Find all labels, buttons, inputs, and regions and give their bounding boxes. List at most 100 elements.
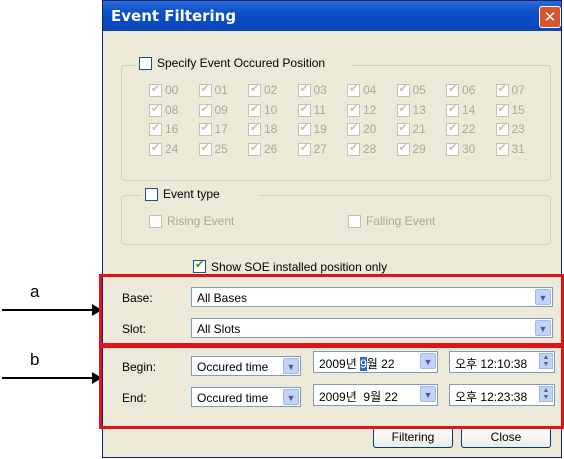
position-checkbox-30[interactable]: ✔ 30	[446, 140, 486, 156]
position-checkbox-box[interactable]: ✔	[446, 121, 459, 136]
position-checkbox-03[interactable]: ✔ 03	[297, 82, 338, 97]
position-checkbox-14[interactable]: ✔ 14	[446, 102, 486, 117]
position-label: 30	[462, 141, 476, 156]
position-label: 21	[412, 122, 426, 136]
position-checkbox-box[interactable]: ✔	[446, 82, 459, 97]
position-checkbox-06[interactable]: ✔ 06	[446, 82, 486, 97]
position-checkbox-box[interactable]: ✔	[248, 101, 261, 117]
position-label: 02	[264, 83, 278, 97]
position-label: 15	[511, 102, 525, 117]
specify-position-checkbox[interactable]	[139, 57, 152, 70]
position-checkbox-box[interactable]: ✔	[396, 82, 410, 97]
position-label: 31	[511, 141, 525, 156]
position-checkbox-box[interactable]: ✔	[396, 121, 410, 136]
check-icon: ✔	[349, 140, 359, 154]
position-checkbox-18[interactable]: ✔ 18	[248, 121, 288, 136]
position-checkbox-box[interactable]: ✔	[347, 140, 360, 156]
position-checkbox-15[interactable]: ✔ 15	[495, 101, 536, 117]
position-label: 26	[264, 141, 278, 156]
position-checkbox-box[interactable]: ✔	[297, 82, 311, 97]
position-checkbox-box[interactable]: ✔	[396, 101, 410, 117]
position-checkbox-00[interactable]: ✔ 00	[149, 82, 189, 97]
position-checkbox-31[interactable]: ✔ 31	[495, 141, 536, 156]
close-button[interactable]: Close	[461, 427, 551, 448]
position-checkbox-23[interactable]: ✔ 23	[495, 121, 536, 136]
position-checkbox-box[interactable]: ✔	[198, 82, 212, 97]
position-checkbox-box[interactable]: ✔	[149, 121, 162, 136]
position-checkbox-04[interactable]: ✔ 04	[347, 82, 387, 97]
position-checkbox-25[interactable]: ✔ 25	[198, 141, 239, 156]
position-checkbox-box[interactable]: ✔	[198, 141, 212, 156]
event-type-header: Event type	[141, 187, 259, 203]
event-type-checkbox[interactable]	[145, 188, 158, 201]
position-checkbox-21[interactable]: ✔ 21	[396, 121, 437, 136]
position-label: 06	[462, 83, 476, 97]
position-checkbox-02[interactable]: ✔ 02	[248, 82, 288, 97]
position-checkbox-box[interactable]: ✔	[198, 101, 212, 117]
position-checkbox-box[interactable]: ✔	[149, 101, 162, 117]
position-checkbox-box[interactable]: ✔	[347, 102, 360, 117]
annotation-arrow-b	[2, 372, 102, 384]
check-icon: ✔	[398, 101, 408, 115]
position-checkbox-29[interactable]: ✔ 29	[396, 141, 437, 156]
position-checkbox-box[interactable]: ✔	[495, 121, 509, 136]
check-icon: ✔	[497, 101, 507, 115]
position-checkbox-09[interactable]: ✔ 09	[198, 101, 239, 117]
position-checkbox-07[interactable]: ✔ 07	[495, 82, 536, 97]
check-icon: ✔	[497, 82, 507, 95]
position-checkbox-box[interactable]: ✔	[198, 121, 212, 136]
position-checkbox-box[interactable]: ✔	[248, 141, 261, 156]
position-checkbox-13[interactable]: ✔ 13	[396, 101, 437, 117]
position-checkbox-22[interactable]: ✔ 22	[446, 121, 486, 136]
position-checkbox-17[interactable]: ✔ 17	[198, 121, 239, 136]
position-checkbox-11[interactable]: ✔ 11	[297, 102, 338, 117]
position-checkbox-box[interactable]: ✔	[297, 121, 311, 136]
falling-event-checkbox[interactable]	[348, 215, 361, 228]
position-checkbox-box[interactable]: ✔	[149, 141, 162, 156]
position-checkbox-10[interactable]: ✔ 10	[248, 101, 288, 117]
window-title: Event Filtering	[111, 7, 237, 25]
position-label: 10	[264, 102, 278, 117]
position-checkbox-box[interactable]: ✔	[396, 141, 410, 156]
check-icon: ✔	[250, 101, 260, 115]
position-checkbox-box[interactable]: ✔	[446, 140, 459, 156]
position-label: 27	[313, 141, 327, 156]
position-checkbox-12[interactable]: ✔ 12	[347, 102, 387, 117]
falling-event-label: Falling Event	[366, 214, 436, 228]
position-checkbox-19[interactable]: ✔ 19	[297, 121, 338, 136]
position-checkbox-box[interactable]: ✔	[495, 82, 509, 97]
position-checkbox-20[interactable]: ✔ 20	[347, 121, 387, 136]
position-checkbox-box[interactable]: ✔	[297, 141, 311, 156]
position-checkbox-box[interactable]: ✔	[347, 121, 360, 136]
position-checkbox-05[interactable]: ✔ 05	[396, 82, 437, 97]
rising-event-label: Rising Event	[167, 214, 235, 228]
position-checkbox-26[interactable]: ✔ 26	[248, 141, 288, 156]
position-checkbox-box[interactable]: ✔	[495, 141, 509, 156]
position-checkbox-24[interactable]: ✔ 24	[149, 141, 189, 156]
check-icon: ✔	[200, 101, 210, 115]
position-label: 05	[412, 83, 426, 97]
position-checkbox-08[interactable]: ✔ 08	[149, 101, 189, 117]
position-checkbox-box[interactable]: ✔	[495, 101, 509, 117]
rising-event-checkbox[interactable]	[149, 215, 162, 228]
position-checkbox-16[interactable]: ✔ 16	[149, 121, 189, 136]
check-icon: ✔	[151, 101, 161, 115]
close-window-button[interactable]: ✕	[539, 6, 561, 28]
position-checkbox-box[interactable]: ✔	[149, 82, 162, 97]
position-checkbox-box[interactable]: ✔	[248, 82, 261, 97]
check-icon: ✔	[448, 140, 458, 154]
filtering-button[interactable]: Filtering	[373, 427, 453, 448]
highlight-box-b	[99, 345, 564, 429]
position-checkbox-box[interactable]: ✔	[248, 121, 261, 136]
position-checkbox-27[interactable]: ✔ 27	[297, 141, 338, 156]
position-label: 24	[165, 141, 179, 156]
position-checkbox-box[interactable]: ✔	[297, 102, 311, 117]
position-checkbox-01[interactable]: ✔ 01	[198, 82, 239, 97]
position-label: 14	[462, 102, 476, 117]
position-checkbox-28[interactable]: ✔ 28	[347, 140, 387, 156]
position-checkbox-box[interactable]: ✔	[347, 82, 360, 97]
position-label: 25	[214, 141, 228, 156]
position-checkbox-box[interactable]: ✔	[446, 102, 459, 117]
position-label: 19	[313, 122, 327, 136]
show-soe-checkbox[interactable]: ✔	[193, 258, 206, 273]
